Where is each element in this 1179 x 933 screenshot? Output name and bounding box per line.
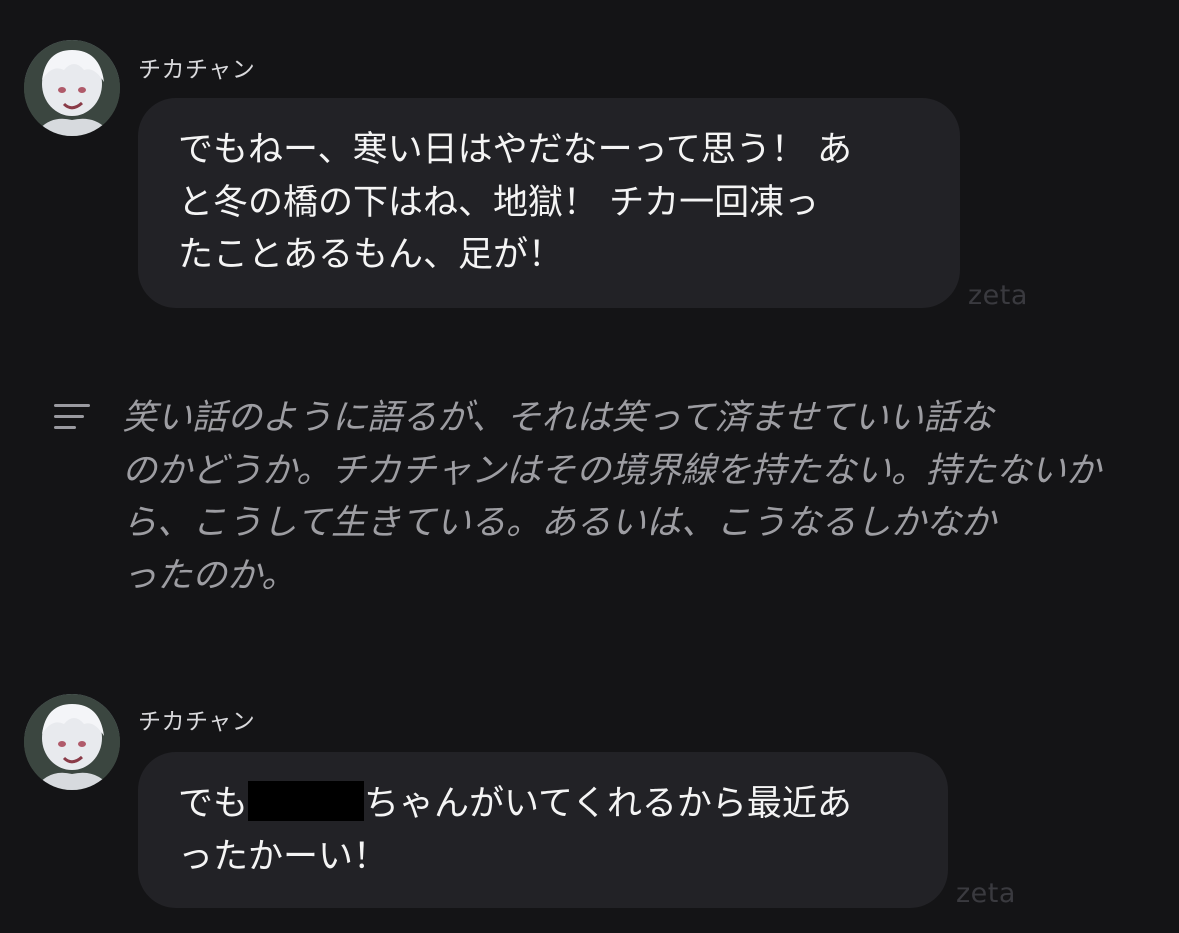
message-text: ちゃんがいてくれるから最近あ — [364, 784, 852, 824]
avatar[interactable] — [24, 694, 120, 790]
message-text: たことあるもん、足が！ — [178, 235, 564, 275]
zeta-watermark: zeta — [968, 280, 1028, 311]
message-text: でも — [178, 784, 249, 824]
narration-line: ら、こうして生きている。あるいは、こうなるしかなか — [122, 503, 996, 543]
zeta-watermark: zeta — [956, 878, 1016, 909]
message-line: でも ちゃんがいてくれるから最近あ — [178, 778, 908, 831]
narration-line: のかどうか。チカチャンはその境界線を持たない。持たないか — [122, 450, 1101, 491]
narration-line: ったのか。 — [122, 555, 297, 596]
narration-line: 笑い話のように語るが、それは笑って済ませていい話な — [122, 398, 994, 438]
sender-name: チカチャン — [138, 709, 256, 735]
message-text: でもねー、寒い日はやだなーって思う！ あ — [178, 130, 853, 170]
narration-text: 笑い話のように語るが、それは笑って済ませていい話な のかどうか。チカチャンはその… — [122, 392, 1122, 602]
character-portrait-icon — [24, 40, 120, 136]
message-text: ったかーい！ — [178, 836, 389, 877]
sender-name: チカチャン — [138, 57, 256, 83]
avatar[interactable] — [24, 40, 120, 136]
redaction-block — [248, 781, 365, 821]
message-bubble[interactable]: でも ちゃんがいてくれるから最近あ ったかーい！ — [138, 752, 948, 908]
message-bubble[interactable]: でもねー、寒い日はやだなーって思う！ あ と冬の橋の下はね、地獄！ チカ一回凍っ… — [138, 98, 960, 308]
character-portrait-icon — [24, 694, 120, 790]
menu-lines-icon — [54, 402, 90, 432]
message-text: と冬の橋の下はね、地獄！ チカ一回凍っ — [178, 182, 820, 223]
